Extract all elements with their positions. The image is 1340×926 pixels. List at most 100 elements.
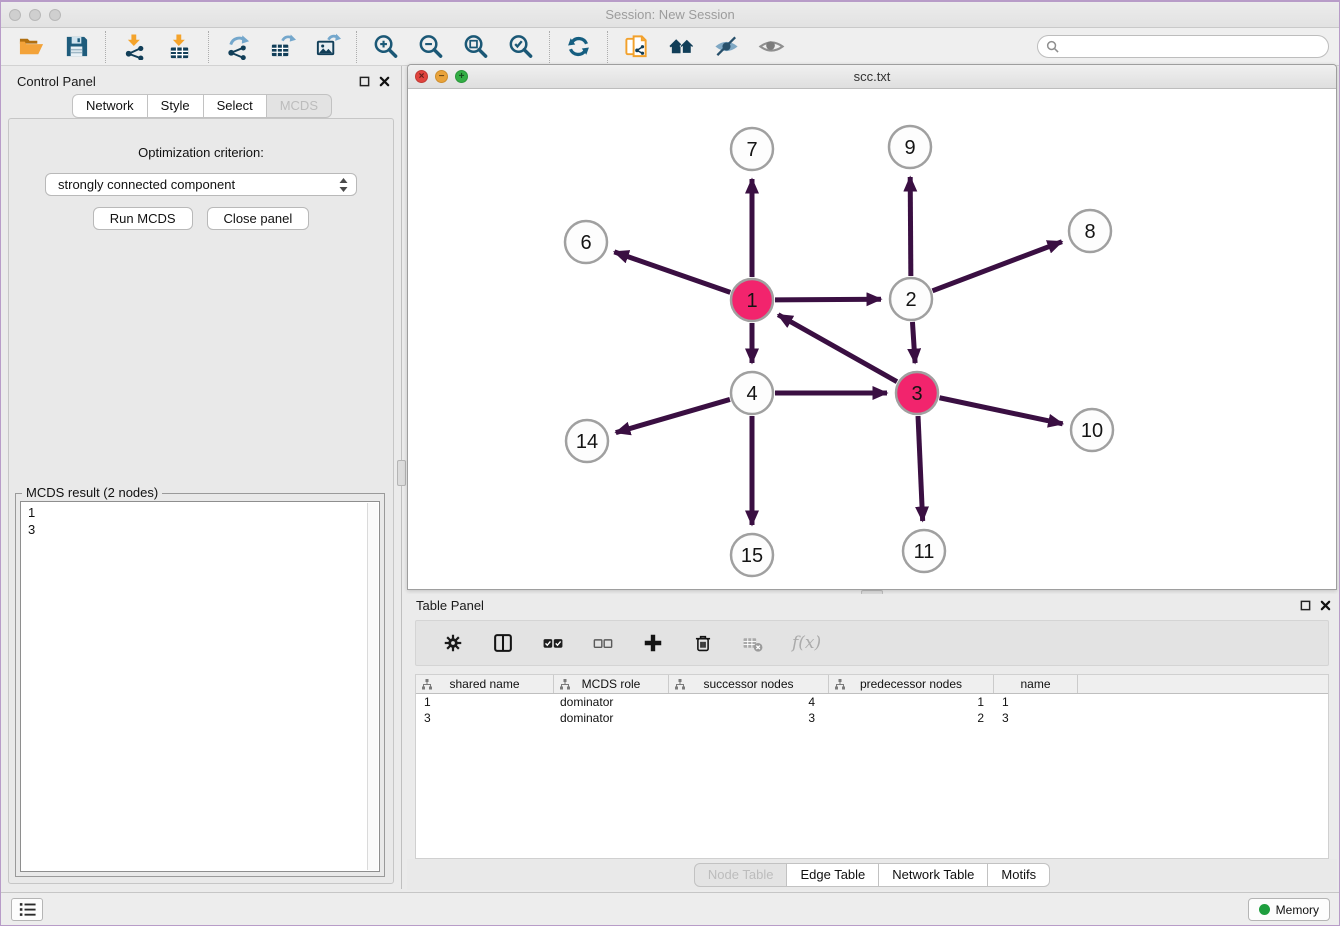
edge-3-to-11[interactable] <box>918 416 923 521</box>
cell-mcds-role[interactable]: dominator <box>554 710 669 726</box>
cell-successor-nodes[interactable]: 4 <box>669 694 829 710</box>
toolbar-separator <box>105 31 106 63</box>
network-canvas[interactable]: 7968124314101511 <box>408 89 1336 589</box>
table-panel: Table Panel f(x) shared nameMCDS role suc… <box>407 594 1337 890</box>
run-mcds-button[interactable]: Run MCDS <box>93 207 193 230</box>
network-graph: 7968124314101511 <box>408 89 1336 589</box>
tab-style[interactable]: Style <box>148 94 204 118</box>
main-toolbar <box>1 28 1339 66</box>
tab-motifs[interactable]: Motifs <box>988 863 1050 887</box>
show-graphics-details-button[interactable] <box>756 31 787 62</box>
function-builder-button: f(x) <box>786 628 827 658</box>
app-window: Session: New Session Control Panel Netwo… <box>1 2 1339 925</box>
toolbar-separator <box>208 31 209 63</box>
hide-graphics-details-button[interactable] <box>711 31 742 62</box>
open-file-button[interactable] <box>16 31 47 62</box>
edge-2-to-8[interactable] <box>933 242 1062 291</box>
edge-4-to-14[interactable] <box>616 399 730 432</box>
tab-network-table[interactable]: Network Table <box>879 863 988 887</box>
export-image-button[interactable] <box>312 31 343 62</box>
save-session-button[interactable] <box>61 31 92 62</box>
edge-3-to-1[interactable] <box>778 315 897 382</box>
column-header-name[interactable]: name <box>994 675 1078 693</box>
column-visibility-button[interactable] <box>486 628 520 658</box>
network-home-icon <box>668 33 695 60</box>
select-all-checkboxes-button[interactable] <box>536 628 570 658</box>
network-home-button[interactable] <box>666 31 697 62</box>
cell-predecessor-nodes[interactable]: 1 <box>829 694 994 710</box>
vertical-splitter-grip[interactable] <box>397 460 406 486</box>
float-table-panel-icon[interactable] <box>1300 600 1311 611</box>
close-panel-button[interactable]: Close panel <box>207 207 310 230</box>
zoom-in-button[interactable] <box>370 31 401 62</box>
export-table-button[interactable] <box>267 31 298 62</box>
column-header-label: successor nodes <box>703 677 793 691</box>
zoom-selected-button[interactable] <box>505 31 536 62</box>
cell-name[interactable]: 3 <box>994 710 1078 726</box>
close-panel-icon[interactable] <box>379 76 390 87</box>
duplicate-network-button[interactable] <box>621 31 652 62</box>
edge-1-to-6[interactable] <box>614 252 730 293</box>
import-network-button[interactable] <box>119 31 150 62</box>
result-scrollbar[interactable] <box>367 503 378 870</box>
column-namespace-icon <box>559 678 571 694</box>
tab-edge-table[interactable]: Edge Table <box>787 863 879 887</box>
close-table-panel-icon[interactable] <box>1320 600 1331 611</box>
show-graphics-details-icon <box>758 33 785 60</box>
optimization-criterion-select[interactable]: strongly connected component <box>45 173 357 196</box>
search-input[interactable] <box>1064 39 1320 55</box>
import-table-button[interactable] <box>164 31 195 62</box>
hide-graphics-details-icon <box>713 33 740 60</box>
cell-mcds-role[interactable]: dominator <box>554 694 669 710</box>
table-settings-gear-button[interactable] <box>436 628 470 658</box>
export-network-icon <box>224 33 251 60</box>
float-panel-icon[interactable] <box>359 76 370 87</box>
zoom-in-icon <box>372 33 399 60</box>
task-history-button[interactable] <box>11 898 43 921</box>
column-header-shared-name[interactable]: shared name <box>416 675 554 693</box>
memory-button[interactable]: Memory <box>1248 898 1330 921</box>
graph-node-label-8: 8 <box>1084 221 1095 243</box>
zoom-fit-button[interactable] <box>460 31 491 62</box>
add-column-button[interactable] <box>636 628 670 658</box>
table-row-2[interactable]: 3dominator323 <box>416 710 1328 726</box>
export-table-icon <box>269 33 296 60</box>
delete-column-icon <box>692 632 714 654</box>
edge-1-to-2[interactable] <box>775 299 881 300</box>
cell-shared-name[interactable]: 3 <box>416 710 554 726</box>
column-header-mcds-role[interactable]: MCDS role <box>554 675 669 693</box>
table-tabs-bar: Node TableEdge TableNetwork TableMotifs <box>407 859 1337 890</box>
mcds-result-text: 1 3 <box>21 502 366 871</box>
search-box[interactable] <box>1037 35 1329 58</box>
tab-select[interactable]: Select <box>204 94 267 118</box>
column-header-predecessor-nodes[interactable]: predecessor nodes <box>829 675 994 693</box>
import-table-icon <box>166 33 193 60</box>
edge-2-to-3[interactable] <box>912 322 915 363</box>
zoom-out-button[interactable] <box>415 31 446 62</box>
tab-node-table[interactable]: Node Table <box>694 863 788 887</box>
delete-column-button[interactable] <box>686 628 720 658</box>
cell-name[interactable]: 1 <box>994 694 1078 710</box>
edge-3-to-10[interactable] <box>940 398 1063 424</box>
export-network-button[interactable] <box>222 31 253 62</box>
table-row-1[interactable]: 1dominator411 <box>416 694 1328 710</box>
window-title: Session: New Session <box>1 7 1339 22</box>
edge-2-to-9[interactable] <box>910 177 911 276</box>
refresh-view-button[interactable] <box>563 31 594 62</box>
tab-mcds[interactable]: MCDS <box>267 94 332 118</box>
save-session-icon <box>63 33 90 60</box>
cell-shared-name[interactable]: 1 <box>416 694 554 710</box>
control-panel-header: Control Panel <box>8 70 396 94</box>
graph-node-label-9: 9 <box>904 137 915 159</box>
column-header-successor-nodes[interactable]: successor nodes <box>669 675 829 693</box>
open-file-icon <box>18 33 45 60</box>
table-panel-header: Table Panel <box>407 594 1337 618</box>
cell-successor-nodes[interactable]: 3 <box>669 710 829 726</box>
app-titlebar: Session: New Session <box>1 2 1339 28</box>
graph-node-label-7: 7 <box>746 139 757 161</box>
delete-table-button <box>736 628 770 658</box>
deselect-all-checkboxes-button[interactable] <box>586 628 620 658</box>
task-list-icon <box>17 901 38 918</box>
cell-predecessor-nodes[interactable]: 2 <box>829 710 994 726</box>
tab-network[interactable]: Network <box>72 94 148 118</box>
